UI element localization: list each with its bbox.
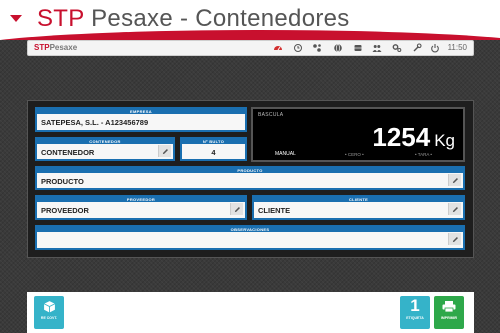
cliente-label: CLIENTE — [254, 197, 463, 202]
pencil-icon — [452, 177, 458, 183]
app-title-text: Pesaxe - Contenedores — [91, 5, 350, 32]
print-button[interactable]: IMPRIMIR — [434, 296, 464, 329]
producto-label: PRODUCTO — [37, 168, 463, 173]
tare-button[interactable]: • TARA • — [415, 152, 432, 157]
settings-icon[interactable] — [392, 43, 402, 53]
proveedor-value: PROVEEDOR — [41, 206, 89, 215]
app-banner: STP Pesaxe - Contenedores — [0, 0, 500, 40]
pencil-icon — [234, 206, 240, 212]
scale-mode: MANUAL — [275, 151, 296, 157]
scale-label: BASCULA — [258, 112, 284, 118]
observaciones-edit-button[interactable] — [448, 233, 461, 245]
contenedor-edit-button[interactable] — [158, 145, 171, 157]
labels-button[interactable]: 1 ETIQUETA — [400, 296, 430, 329]
toolbar-logo-text: Pesaxe — [49, 43, 78, 52]
pencil-icon — [162, 148, 168, 154]
labels-label: ETIQUETA — [406, 316, 424, 320]
empresa-value: SATEPESA, S.L. - A123456789 — [41, 118, 149, 127]
power-icon[interactable] — [430, 43, 440, 53]
pencil-icon — [452, 236, 458, 242]
contenedor-value: CONTENEDOR — [41, 148, 95, 157]
users-icon[interactable] — [372, 43, 382, 53]
producto-value: PRODUCTO — [41, 177, 84, 186]
network-icon[interactable] — [312, 43, 322, 53]
pencil-icon — [452, 206, 458, 212]
observaciones-label: OBSERVACIONES — [37, 227, 463, 232]
cliente-edit-button[interactable] — [448, 203, 461, 215]
toolbar-logo: STPPesaxe — [34, 43, 77, 52]
printer-icon — [434, 296, 464, 316]
database-icon[interactable] — [353, 43, 363, 53]
wrench-icon[interactable] — [412, 43, 422, 53]
scale-display: BASCULA 1254 Kg MANUAL • CERO • • TARA • — [251, 107, 465, 162]
contenedor-field[interactable]: CONTENEDOR CONTENEDOR — [35, 137, 175, 161]
proveedor-field[interactable]: PROVEEDOR PROVEEDOR — [35, 195, 247, 220]
observaciones-field[interactable]: OBSERVACIONES — [35, 225, 465, 250]
app-title: STP Pesaxe - Contenedores — [37, 5, 350, 33]
toolbar: STPPesaxe 11:50 — [27, 40, 474, 56]
app-title-brand: STP — [37, 5, 85, 32]
footer-bar: RE COVT. 1 ETIQUETA IMPRIMIR — [27, 292, 474, 333]
scale-weight: 1254 Kg — [372, 122, 455, 153]
bulto-label: Nº BULTO — [182, 139, 245, 144]
producto-edit-button[interactable] — [448, 174, 461, 186]
history-icon[interactable] — [293, 43, 303, 53]
cliente-value: CLIENTE — [258, 206, 291, 215]
zero-button[interactable]: • CERO • — [345, 152, 364, 157]
proveedor-edit-button[interactable] — [230, 203, 243, 215]
labels-count: 1 — [410, 296, 420, 315]
contenedor-label: CONTENEDOR — [37, 139, 173, 144]
menu-toggle-icon[interactable] — [10, 15, 22, 22]
weight-unit: Kg — [434, 131, 455, 150]
globe-icon[interactable] — [333, 43, 343, 53]
print-label: IMPRIMIR — [440, 316, 458, 320]
bulto-field[interactable]: Nº BULTO 4 — [180, 137, 247, 161]
proveedor-label: PROVEEDOR — [37, 197, 245, 202]
empresa-field[interactable]: EMPRESA SATEPESA, S.L. - A123456789 — [35, 107, 247, 132]
recover-button[interactable]: RE COVT. — [34, 296, 64, 329]
producto-field[interactable]: PRODUCTO PRODUCTO — [35, 166, 465, 190]
scale-icon[interactable] — [273, 43, 283, 53]
empresa-label: EMPRESA — [37, 109, 245, 114]
bulto-value: 4 — [211, 148, 216, 157]
cliente-field[interactable]: CLIENTE CLIENTE — [252, 195, 465, 220]
recover-label: RE COVT. — [40, 316, 58, 320]
box-icon — [34, 296, 64, 316]
weight-value: 1254 — [372, 122, 431, 152]
clock-time: 11:50 — [447, 43, 467, 52]
toolbar-logo-brand: STP — [34, 43, 50, 52]
